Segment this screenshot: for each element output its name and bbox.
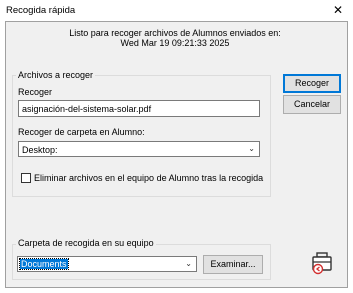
chevron-down-icon: ⌄ (248, 144, 255, 153)
student-folder-value: Desktop: (22, 145, 58, 155)
collect-filename-value: asignación-del-sistema-solar.pdf (22, 104, 152, 114)
briefcase-collect-icon (311, 251, 333, 275)
destination-group-legend: Carpeta de recogida en su equipo (16, 238, 156, 248)
delete-files-label[interactable]: Eliminar archivos en el equipo de Alumno… (34, 173, 263, 183)
window-title: Recogida rápida (6, 5, 76, 16)
cancel-button[interactable]: Cancelar (283, 95, 341, 114)
student-folder-dropdown[interactable]: Desktop: ⌄ (18, 141, 260, 157)
files-group-legend: Archivos a recoger (16, 70, 96, 80)
collect-button[interactable]: Recoger (283, 74, 341, 93)
collect-filename-input[interactable]: asignación-del-sistema-solar.pdf (18, 100, 260, 117)
status-message: Listo para recoger archivos de Alumnos e… (60, 28, 290, 48)
chevron-down-icon: ⌄ (185, 259, 192, 268)
destination-folder-value: Documents (19, 258, 69, 270)
browse-button[interactable]: Examinar... (203, 255, 263, 274)
destination-folder-dropdown[interactable]: Documents ⌄ (17, 256, 197, 272)
status-line-2: Wed Mar 19 09:21:33 2025 (120, 38, 230, 48)
folder-label: Recoger de carpeta en Alumno: (18, 127, 145, 137)
title-bar: Recogida rápida ✕ (0, 0, 353, 21)
status-line-1: Listo para recoger archivos de Alumnos e… (69, 28, 281, 38)
close-button[interactable]: ✕ (323, 0, 353, 21)
collect-label: Recoger (18, 87, 53, 97)
delete-files-checkbox[interactable] (21, 173, 31, 183)
